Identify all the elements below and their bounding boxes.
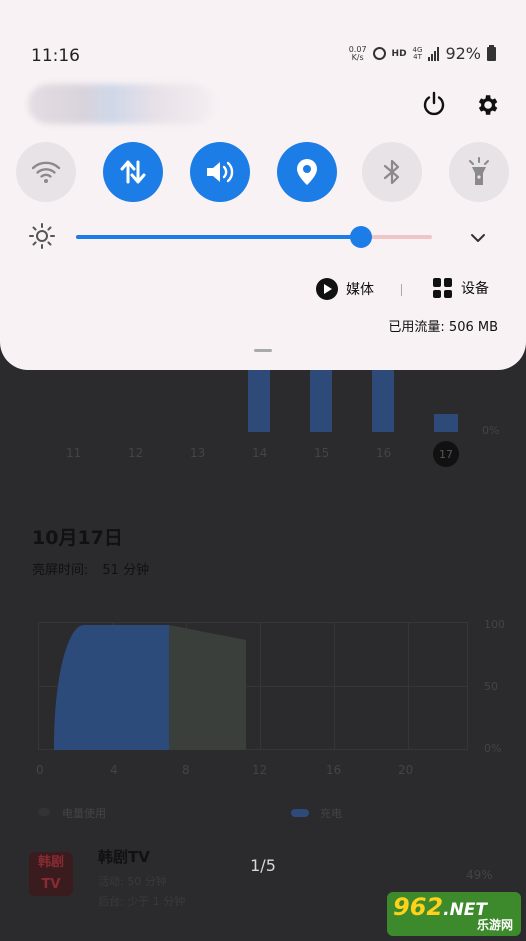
divider — [401, 284, 402, 296]
devices-label: 设备 — [461, 281, 489, 297]
week-label-today[interactable]: 17 — [433, 441, 459, 467]
axis-label: 16 — [326, 763, 342, 777]
bluetooth-icon — [383, 159, 400, 185]
axis-label: 0% — [482, 424, 500, 437]
screen-time-value: 51 分钟 — [102, 563, 150, 578]
blurred-account — [28, 84, 214, 124]
brightness-icon — [29, 223, 55, 249]
bluetooth-tile[interactable] — [362, 142, 422, 202]
app-background: 后台: 少于 1 分钟 — [98, 895, 186, 908]
image-pager: 1/5 — [250, 856, 276, 875]
brightness-slider[interactable] — [76, 226, 432, 248]
gear-icon[interactable] — [474, 92, 500, 118]
axis-label: 0 — [36, 763, 44, 777]
media-button[interactable]: 媒体 — [316, 278, 374, 300]
devices-grid-icon — [433, 278, 453, 298]
media-label: 媒体 — [346, 282, 374, 298]
axis-label: 0% — [484, 742, 502, 755]
bar-16 — [372, 370, 394, 432]
screen-time: 亮屏时间: 51 分钟 — [32, 559, 149, 578]
bar-17 — [434, 414, 458, 432]
mobile-data-tile[interactable] — [103, 142, 163, 202]
signal-icon — [428, 46, 440, 61]
bar-14 — [248, 370, 270, 432]
week-label: 11 — [66, 446, 82, 460]
brightness-fill — [76, 235, 361, 239]
legend-charging: 充电 — [320, 807, 342, 820]
watermark-sub: 乐游网 — [476, 918, 513, 932]
chevron-down-icon[interactable] — [468, 228, 488, 248]
battery-percent: 92% — [445, 44, 481, 63]
quick-settings-panel: 11:16 0.07 K/s HD 4G 4T 92% 媒体 设备 已用流量: … — [0, 0, 526, 370]
week-label: 13 — [190, 446, 206, 460]
wifi-tile[interactable] — [16, 142, 76, 202]
status-time: 11:16 — [31, 46, 80, 66]
usage-area — [54, 625, 169, 750]
panel-drag-handle[interactable] — [254, 349, 272, 352]
power-icon[interactable] — [420, 90, 448, 118]
axis-label: 20 — [398, 763, 414, 777]
location-pin-icon — [297, 159, 317, 185]
data-usage: 已用流量: 506 MB — [388, 320, 498, 335]
date-title: 10月17日 — [32, 527, 123, 549]
data-arrows-icon — [120, 160, 146, 184]
legend-usage: 电量使用 — [62, 807, 106, 820]
network-type: 4G 4T — [412, 45, 423, 61]
app-activity: 活动: 50 分钟 — [98, 875, 167, 888]
bar-15 — [310, 370, 332, 432]
wifi-icon — [31, 161, 61, 183]
battery-icon — [487, 44, 496, 61]
axis-label: 12 — [252, 763, 268, 777]
week-label: 14 — [252, 446, 268, 460]
legend-usage-swatch — [38, 808, 50, 816]
play-icon — [316, 278, 338, 300]
week-label: 12 — [128, 446, 144, 460]
devices-button[interactable]: 设备 — [433, 278, 489, 298]
axis-label: 50 — [484, 680, 498, 693]
legend-charging-swatch — [291, 809, 309, 817]
site-watermark: 962.NET 乐游网 — [387, 892, 521, 936]
charging-area — [169, 625, 246, 750]
brightness-thumb[interactable] — [350, 226, 372, 248]
app-icon-text: TV — [41, 877, 61, 892]
volume-icon — [207, 161, 234, 183]
screen-time-label: 亮屏时间: — [32, 563, 89, 578]
location-tile[interactable] — [277, 142, 337, 202]
flashlight-icon — [469, 157, 489, 185]
axis-label: 4 — [110, 763, 118, 777]
alarm-icon — [372, 47, 386, 60]
axis-label: 100 — [484, 618, 505, 631]
axis-label: 8 — [182, 763, 190, 777]
week-label: 15 — [314, 446, 330, 460]
flashlight-tile[interactable] — [449, 142, 509, 202]
status-icons: 0.07 K/s HD 4G 4T 92% — [349, 44, 496, 63]
battery-chart — [38, 622, 468, 750]
week-label: 16 — [376, 446, 392, 460]
net-speed: 0.07 K/s — [348, 44, 367, 62]
hd-badge: HD — [391, 48, 407, 59]
sound-tile[interactable] — [190, 142, 250, 202]
